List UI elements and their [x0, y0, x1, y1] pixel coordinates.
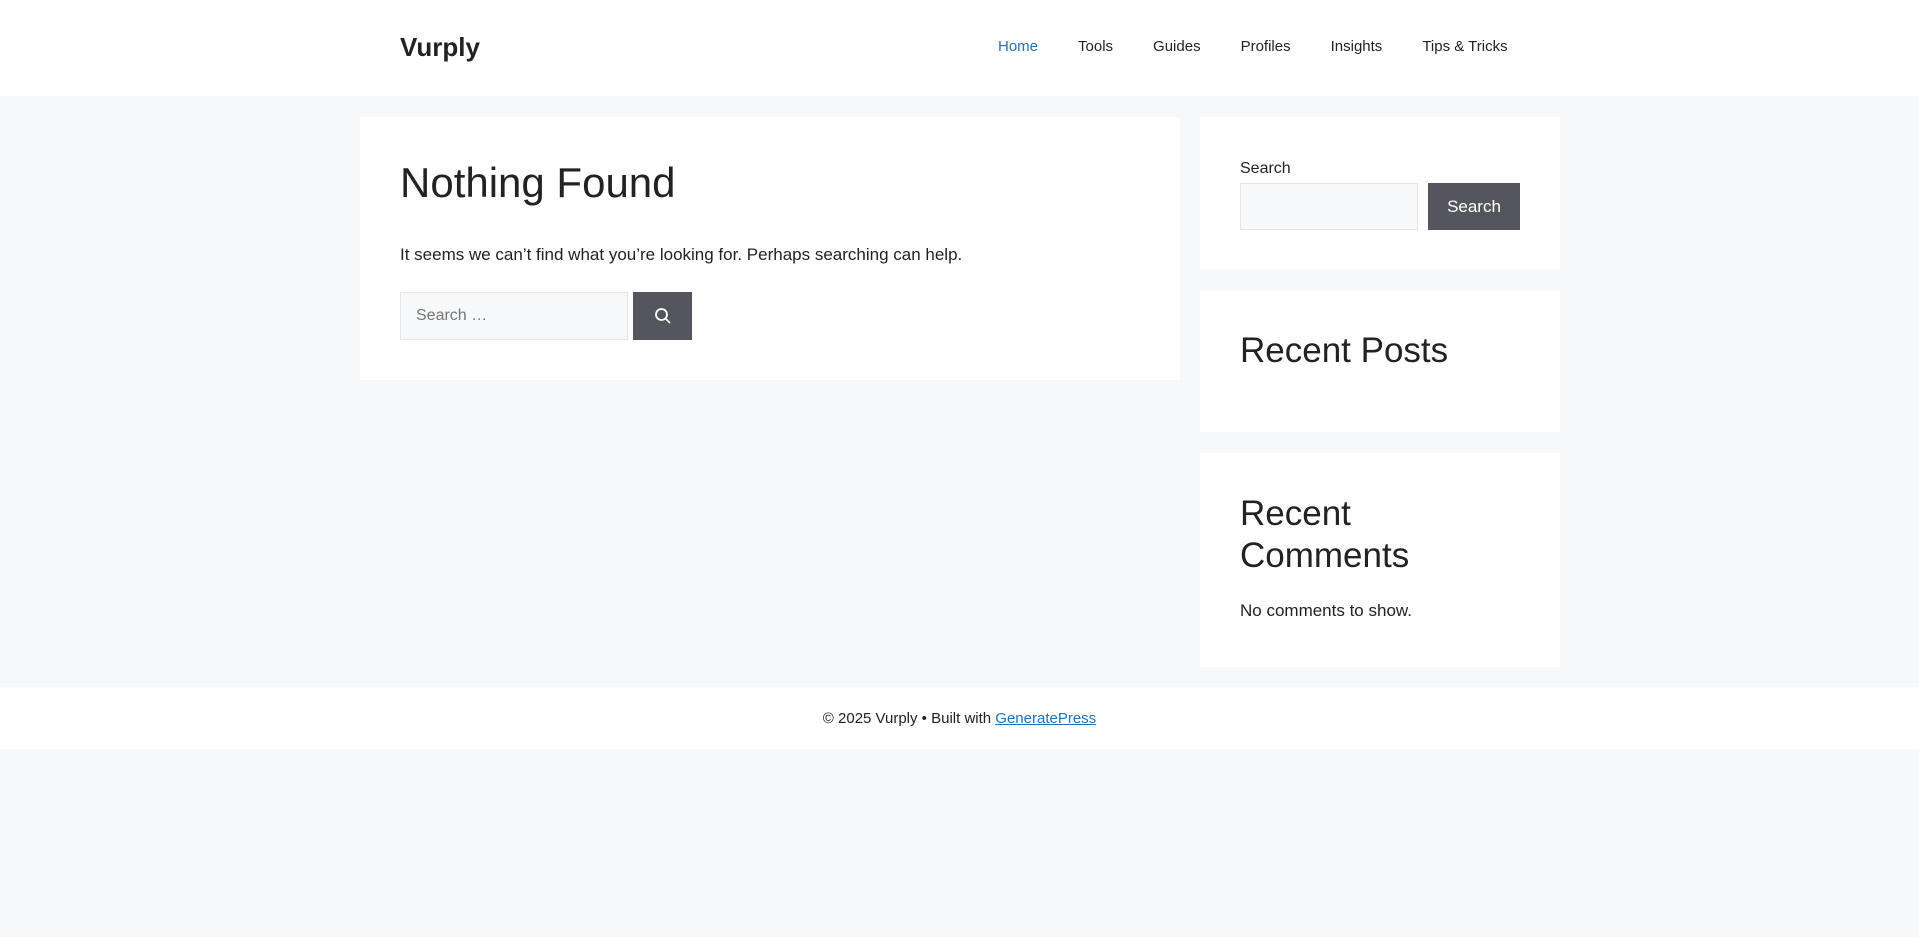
page-title: Nothing Found — [400, 159, 676, 206]
search-label: Search — [1240, 160, 1291, 177]
search-icon — [654, 308, 671, 324]
no-comments-text: No comments to show. — [1240, 601, 1412, 620]
recent-comments-widget: Recent Comments No comments to show. — [1200, 453, 1560, 667]
nav-insights[interactable]: Insights — [1331, 38, 1383, 55]
nav-profiles[interactable]: Profiles — [1241, 38, 1291, 55]
recent-comments-title: Recent Comments — [1240, 494, 1410, 575]
search-widget: Search Search — [1200, 117, 1560, 270]
sidebar-search-button[interactable]: Search — [1428, 183, 1520, 230]
main-nav: Home Tools Guides Profiles Insights Tips… — [998, 38, 1548, 55]
copyright-text: © 2025 Vurply • Built with — [822, 710, 996, 727]
main-content: Nothing Found It seems we can’t find wha… — [360, 117, 1180, 380]
nav-home[interactable]: Home — [998, 38, 1038, 55]
sidebar-search-input[interactable] — [1240, 183, 1418, 230]
no-results-message: It seems we can’t find what you’re looki… — [400, 245, 963, 264]
site-header: Vurply Home Tools Guides Profiles Insigh… — [0, 0, 1919, 96]
search-input[interactable] — [400, 292, 628, 340]
site-footer: © 2025 Vurply • Built with GeneratePress — [0, 687, 1919, 749]
search-submit-button[interactable] — [633, 292, 692, 340]
nav-tools[interactable]: Tools — [1078, 38, 1113, 55]
generatepress-link[interactable]: GeneratePress — [995, 710, 1096, 727]
nav-guides[interactable]: Guides — [1153, 38, 1201, 55]
site-logo[interactable]: Vurply — [400, 32, 480, 63]
nav-tips-tricks[interactable]: Tips & Tricks — [1422, 38, 1507, 55]
recent-posts-widget: Recent Posts — [1200, 290, 1560, 432]
recent-posts-title: Recent Posts — [1240, 331, 1449, 370]
